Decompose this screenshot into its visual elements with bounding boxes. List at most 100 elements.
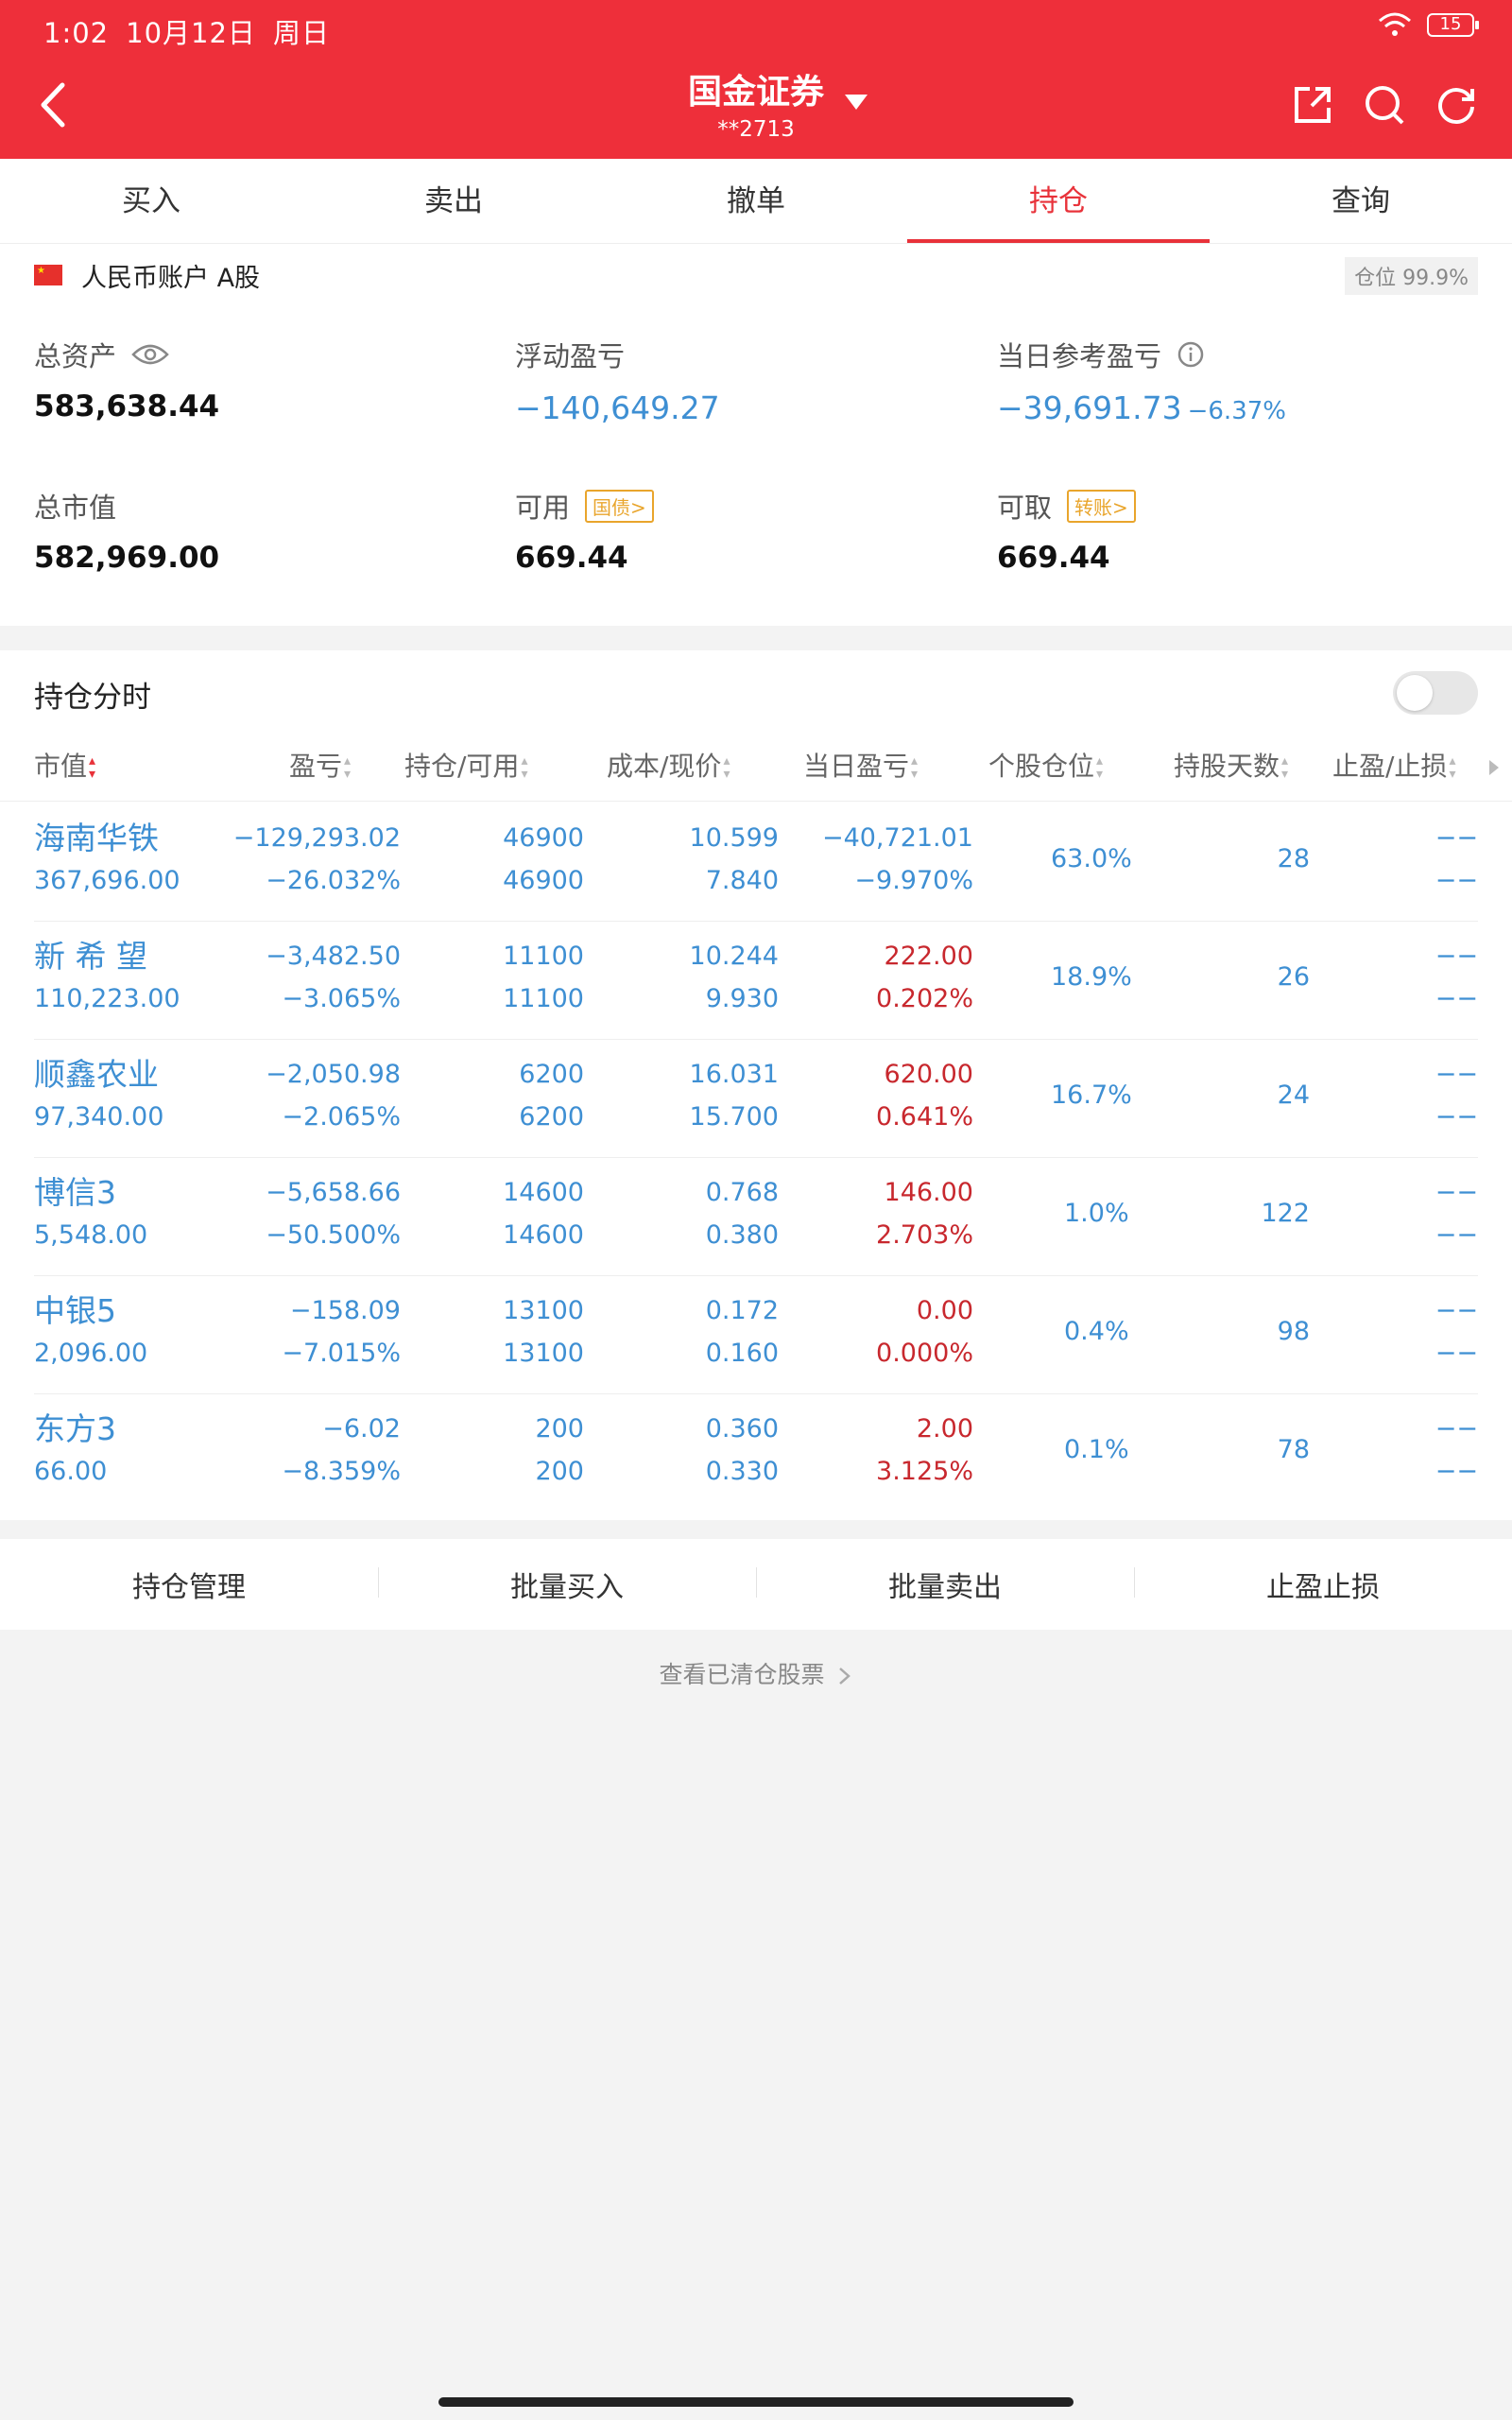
- status-bar: 1:02 10月12日 周日: [43, 11, 347, 51]
- cleared-stocks-link[interactable]: 查看已清仓股票: [0, 1656, 1512, 1690]
- withdrawable-value: 669.44: [997, 541, 1110, 575]
- holding-row[interactable]: 新 希 望 110,223.00 −3,482.50 −3.065% 11100 11…: [34, 922, 1478, 1040]
- col-stock-weight[interactable]: 个股仓位 ▴ ▾: [988, 735, 1103, 798]
- stock-pnl-percent: −26.032%: [266, 866, 401, 895]
- col-hold-days[interactable]: 持股天数 ▴ ▾: [1174, 735, 1288, 798]
- sort-icon: ▴ ▾: [911, 753, 919, 782]
- stock-stop-loss: −−: [1435, 1457, 1478, 1486]
- holdings-table-header: 市值 ▴ ▾ 盈亏 ▴ ▾ 持仓/可用 ▴ ▾ 成本/现价 ▴ ▾ 当日盈亏 ▴ ▾ 个股仓位 ▴ ▾ …: [0, 735, 1512, 802]
- stock-name: 博信3: [34, 1174, 116, 1211]
- batch-sell-button[interactable]: 批量卖出: [756, 1564, 1134, 1605]
- broker-title[interactable]: 国金证券: [687, 64, 868, 113]
- stock-weight: 16.7%: [1051, 1080, 1132, 1110]
- stock-name: 新 希 望: [34, 938, 147, 975]
- refresh-icon[interactable]: [1435, 83, 1478, 127]
- stock-day-pnl-percent: −9.970%: [854, 866, 973, 895]
- stock-market-value: 5,548.00: [34, 1220, 148, 1250]
- stock-stop-loss: −−: [1435, 866, 1478, 895]
- day-pnl-percent: −6.37%: [1187, 397, 1286, 425]
- stock-weight: 1.0%: [1064, 1199, 1129, 1228]
- stock-weight: 0.4%: [1064, 1317, 1129, 1346]
- stock-day-pnl: 620.00: [884, 1060, 973, 1089]
- info-icon[interactable]: [1177, 340, 1205, 369]
- tab-query[interactable]: 查询: [1210, 159, 1512, 243]
- transfer-tag[interactable]: 转账>: [1067, 489, 1136, 523]
- stock-pnl-percent: −2.065%: [282, 1102, 401, 1132]
- stock-market-value: 66.00: [34, 1457, 108, 1486]
- stock-pnl: −158.09: [289, 1296, 401, 1325]
- stock-pnl-percent: −7.015%: [282, 1339, 401, 1368]
- status-time: 1:02: [43, 17, 110, 49]
- treasury-bond-tag[interactable]: 国债>: [585, 489, 654, 523]
- holdings-timeshare-toggle[interactable]: [1393, 671, 1478, 715]
- col-cost-price[interactable]: 成本/现价 ▴ ▾: [607, 735, 730, 798]
- tab-buy[interactable]: 买入: [0, 159, 302, 243]
- search-icon[interactable]: [1363, 83, 1406, 127]
- stock-pnl: −3,482.50: [266, 942, 401, 971]
- stock-stop-profit: −−: [1435, 1414, 1478, 1443]
- holding-row[interactable]: 中银5 2,096.00 −158.09 −7.015% 13100 13100 0.…: [34, 1276, 1478, 1394]
- stock-hold-days: 78: [1277, 1435, 1310, 1464]
- holding-row[interactable]: 顺鑫农业 97,340.00 −2,050.98 −2.065% 6200 6200 …: [34, 1040, 1478, 1158]
- sort-icon: ▴ ▾: [723, 753, 730, 782]
- account-summary: 人民币账户 A股 仓位 99.9% 总资产 583,638.44 浮动盈亏 −1…: [0, 244, 1512, 626]
- holding-row[interactable]: 东方3 66.00 −6.02 −8.359% 200 200 0.360 0.330 …: [34, 1394, 1478, 1512]
- scroll-right-icon[interactable]: [1487, 758, 1501, 777]
- stock-name: 东方3: [34, 1410, 116, 1447]
- broker-name: 国金证券: [687, 73, 824, 112]
- sort-icon: ▴ ▾: [1096, 753, 1104, 782]
- stock-name: 海南华铁: [34, 820, 159, 856]
- stock-cost: 0.768: [705, 1178, 779, 1207]
- available-label: 可用: [515, 492, 571, 524]
- tab-cancel[interactable]: 撤单: [605, 159, 907, 243]
- stock-day-pnl-percent: 0.202%: [876, 984, 973, 1013]
- stock-hold-days: 122: [1261, 1199, 1310, 1228]
- tab-holdings[interactable]: 持仓: [907, 159, 1210, 243]
- status-icons: 15: [1378, 11, 1479, 38]
- col-market-value[interactable]: 市值 ▴ ▾: [34, 735, 95, 798]
- holdings-title: 持仓分时: [34, 681, 151, 715]
- sort-icon: ▴ ▾: [1449, 753, 1456, 782]
- stock-name: 中银5: [34, 1292, 116, 1329]
- stock-pnl-percent: −50.500%: [266, 1220, 401, 1250]
- holdings-section: 持仓分时 市值 ▴ ▾ 盈亏 ▴ ▾ 持仓/可用 ▴ ▾ 成本/现价 ▴ ▾ 当日盈亏 ▴ ▾ 个股…: [0, 650, 1512, 1520]
- stock-price: 15.700: [689, 1102, 779, 1132]
- stock-day-pnl: 0.00: [916, 1296, 973, 1325]
- market-value-value: 582,969.00: [34, 541, 220, 575]
- stock-stop-profit: −−: [1435, 1060, 1478, 1089]
- stock-cost: 0.172: [705, 1296, 779, 1325]
- stock-day-pnl-percent: 0.641%: [876, 1102, 973, 1132]
- stock-day-pnl: −40,721.01: [821, 823, 973, 853]
- stock-stop-loss: −−: [1435, 1339, 1478, 1368]
- batch-buy-button[interactable]: 批量买入: [378, 1564, 756, 1605]
- stock-stop-profit: −−: [1435, 1296, 1478, 1325]
- holding-row[interactable]: 博信3 5,548.00 −5,658.66 −50.500% 14600 14600…: [34, 1158, 1478, 1276]
- stock-cost: 16.031: [689, 1060, 779, 1089]
- withdrawable-label: 可取: [997, 492, 1053, 524]
- col-pnl[interactable]: 盈亏 ▴ ▾: [289, 735, 351, 798]
- holding-row[interactable]: 海南华铁 367,696.00 −129,293.02 −26.032% 46900…: [34, 804, 1478, 922]
- tab-sell[interactable]: 卖出: [302, 159, 605, 243]
- day-pnl-label: 当日参考盈亏: [997, 340, 1162, 372]
- stock-stop-loss: −−: [1435, 1220, 1478, 1250]
- position-badge: 仓位 99.9%: [1345, 257, 1478, 295]
- home-indicator[interactable]: [438, 2397, 1074, 2407]
- stock-day-pnl: 222.00: [884, 942, 973, 971]
- stock-weight: 63.0%: [1051, 844, 1132, 873]
- share-icon[interactable]: [1291, 83, 1334, 127]
- col-day-pnl[interactable]: 当日盈亏 ▴ ▾: [803, 735, 918, 798]
- stock-weight: 0.1%: [1064, 1435, 1129, 1464]
- stock-cost: 10.244: [689, 942, 779, 971]
- stock-available: 200: [535, 1457, 584, 1486]
- battery-icon: 15: [1427, 12, 1479, 37]
- stop-profit-loss-button[interactable]: 止盈止损: [1134, 1564, 1512, 1605]
- stock-stop-loss: −−: [1435, 984, 1478, 1013]
- col-hold-available[interactable]: 持仓/可用 ▴ ▾: [404, 735, 527, 798]
- eye-icon[interactable]: [131, 343, 169, 366]
- dropdown-arrow-icon: [845, 95, 868, 110]
- manage-holdings-button[interactable]: 持仓管理: [0, 1564, 378, 1605]
- stock-hold: 14600: [503, 1178, 584, 1207]
- chevron-right-icon: [839, 1668, 851, 1685]
- col-stop-profit-loss[interactable]: 止盈/止损 ▴ ▾: [1332, 735, 1455, 798]
- stock-hold: 13100: [503, 1296, 584, 1325]
